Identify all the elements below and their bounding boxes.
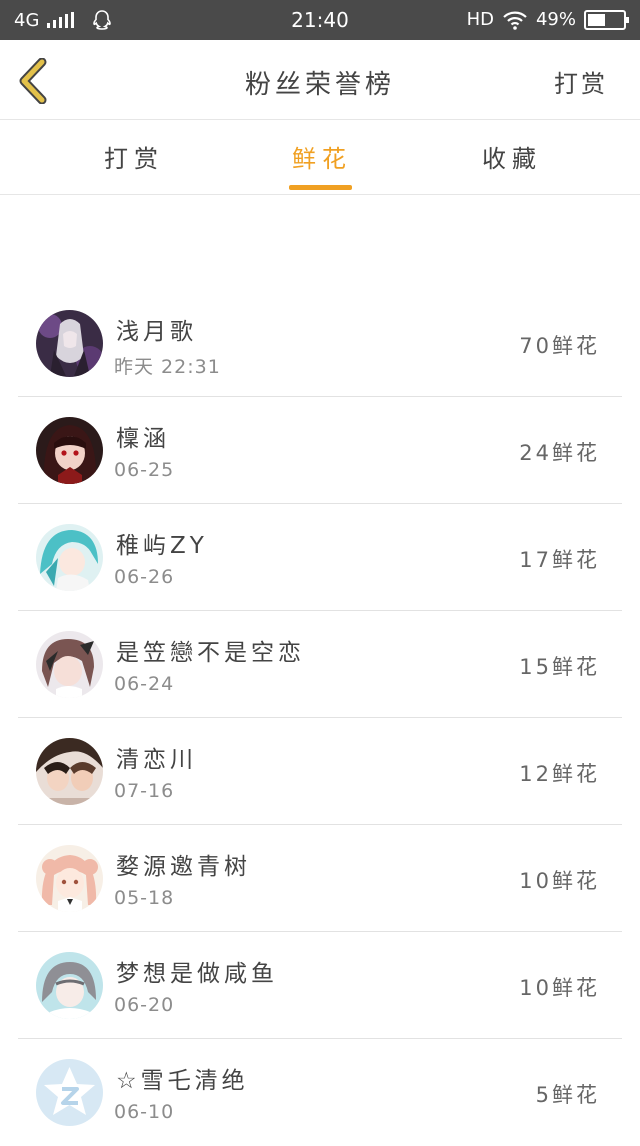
flower-count: 10鲜花 bbox=[519, 869, 600, 893]
fan-date: 06-25 bbox=[114, 459, 175, 481]
fan-name: 檁涵 bbox=[116, 426, 170, 452]
reward-button[interactable]: 打赏 bbox=[554, 64, 608, 99]
fan-name: 是笠戀不是空恋 bbox=[116, 640, 305, 666]
tab-reward[interactable]: 打赏 bbox=[104, 139, 164, 174]
fan-name: 婺源邀青树 bbox=[116, 854, 251, 880]
list-item[interactable]: 浅月歌 昨天 22:31 70鲜花 bbox=[18, 290, 622, 397]
fan-date: 06-26 bbox=[114, 566, 175, 588]
page-title: 粉丝荣誉榜 bbox=[244, 70, 395, 100]
list-item[interactable]: ☆雪乇清绝 06-10 5鲜花 bbox=[18, 1039, 622, 1146]
nav-bar: 粉丝荣誉榜 打赏 bbox=[0, 40, 640, 120]
tab-bar: 打赏 鲜花 收藏 bbox=[0, 121, 640, 195]
avatar-image bbox=[36, 738, 103, 805]
list-item[interactable]: 婺源邀青树 05-18 10鲜花 bbox=[18, 825, 622, 932]
fan-date: 06-10 bbox=[114, 1101, 175, 1123]
fan-name: 梦想是做咸鱼 bbox=[116, 961, 278, 987]
avatar-image bbox=[36, 417, 103, 484]
avatar bbox=[36, 1059, 103, 1126]
flower-count: 24鲜花 bbox=[519, 441, 600, 465]
flower-count: 12鲜花 bbox=[519, 762, 600, 786]
battery-percent: 49% bbox=[535, 9, 576, 30]
tab-favorites[interactable]: 收藏 bbox=[482, 139, 542, 174]
active-tab-indicator bbox=[289, 185, 352, 190]
avatar bbox=[36, 631, 103, 698]
fan-name: 浅月歌 bbox=[116, 319, 197, 345]
avatar-image bbox=[36, 310, 103, 377]
hd-label: HD bbox=[466, 9, 494, 30]
flower-count: 10鲜花 bbox=[519, 976, 600, 1000]
fan-date: 昨天 22:31 bbox=[114, 356, 221, 378]
fan-date: 05-18 bbox=[114, 887, 175, 909]
flower-count: 17鲜花 bbox=[519, 548, 600, 572]
avatar-image bbox=[36, 631, 103, 698]
avatar bbox=[36, 310, 103, 377]
fan-name: ☆雪乇清绝 bbox=[116, 1068, 249, 1094]
wifi-icon bbox=[503, 11, 527, 30]
fan-name: 稚屿ZY bbox=[116, 533, 208, 559]
flower-count: 15鲜花 bbox=[519, 655, 600, 679]
avatar bbox=[36, 952, 103, 1019]
fan-date: 07-16 bbox=[114, 780, 175, 802]
avatar-image bbox=[36, 524, 103, 591]
avatar bbox=[36, 524, 103, 591]
fan-date: 06-20 bbox=[114, 994, 175, 1016]
list-item[interactable]: 稚屿ZY 06-26 17鲜花 bbox=[18, 504, 622, 611]
status-right: HD 49% bbox=[466, 9, 629, 30]
status-bar: 4G 21:40 HD 49% bbox=[0, 0, 640, 40]
avatar-image bbox=[36, 845, 103, 912]
fan-list: 浅月歌 昨天 22:31 70鲜花 檁涵 06-25 24鲜花 稚屿ZY 06-… bbox=[18, 290, 622, 1146]
flower-count: 5鲜花 bbox=[535, 1083, 600, 1107]
fan-date: 06-24 bbox=[114, 673, 175, 695]
list-item[interactable]: 清恋川 07-16 12鲜花 bbox=[18, 718, 622, 825]
battery-icon bbox=[584, 9, 629, 30]
avatar bbox=[36, 417, 103, 484]
avatar bbox=[36, 845, 103, 912]
list-item[interactable]: 檁涵 06-25 24鲜花 bbox=[18, 397, 622, 504]
flower-count: 70鲜花 bbox=[519, 334, 600, 358]
avatar bbox=[36, 738, 103, 805]
list-item[interactable]: 是笠戀不是空恋 06-24 15鲜花 bbox=[18, 611, 622, 718]
default-star-avatar-icon bbox=[36, 1059, 103, 1126]
tab-flowers[interactable]: 鲜花 bbox=[292, 139, 352, 174]
fan-name: 清恋川 bbox=[116, 747, 197, 773]
avatar-image bbox=[36, 952, 103, 1019]
list-item[interactable]: 梦想是做咸鱼 06-20 10鲜花 bbox=[18, 932, 622, 1039]
